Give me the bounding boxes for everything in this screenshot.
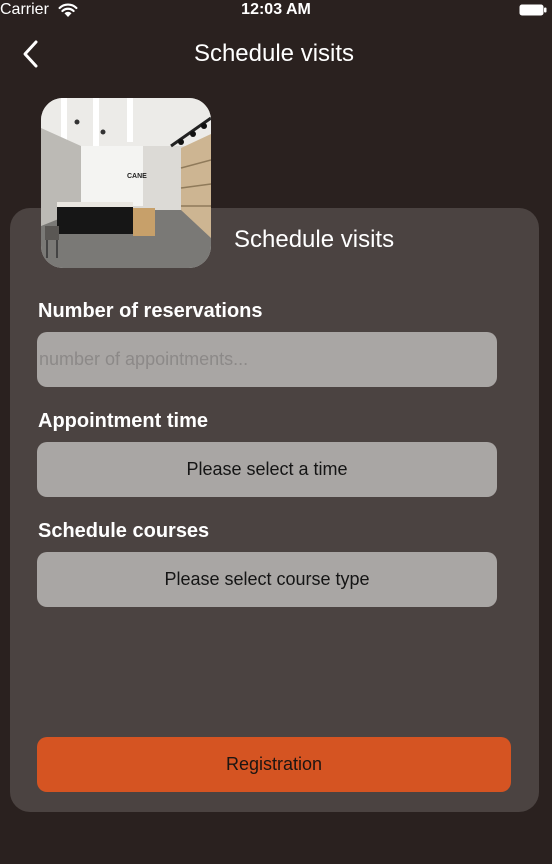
course-type-value: Please select course type [164,569,370,589]
appointment-time-label: Appointment time [38,410,208,432]
registration-button-label: Registration [225,754,323,774]
status-time: 12:03 AM [241,1,311,18]
store-image: CANE [41,98,211,268]
reservations-label: Number of reservations [38,300,263,322]
schedule-courses-label: Schedule courses [38,520,210,542]
reservations-input[interactable] [37,332,497,387]
store-interior-illustration: CANE [41,98,211,268]
appointment-time-select[interactable]: Please select a time [37,442,497,497]
app-screen: Carrier 12:03 AM Schedule visits CANE Sc… [0,0,552,864]
course-type-select[interactable]: Please select course type [37,552,497,607]
nav-title: Schedule visits [193,40,355,67]
schedule-card [10,208,539,812]
battery-icon [519,4,547,16]
card-title: Schedule visits [234,226,395,253]
status-bar: Carrier 12:03 AM [0,0,552,22]
store-sign-logo: CANE [127,173,147,180]
registration-button[interactable]: Registration [37,737,511,792]
appointment-time-value: Please select a time [186,459,348,479]
